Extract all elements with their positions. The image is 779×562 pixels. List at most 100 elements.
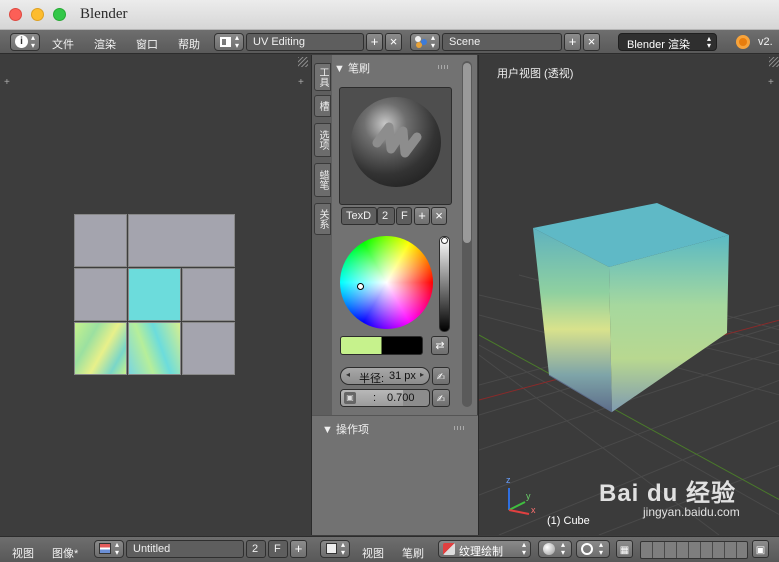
uv-cell-painted [74,322,127,375]
tab-relations[interactable]: 关系 [314,203,331,235]
tool-shelf: 工具 槽 选项 蜡笔 关系 ▼ 笔刷 TexD 2 F + × ⇄ ◂ 半径: … [311,55,478,535]
new-image-button[interactable]: + [290,540,307,558]
render-engine-label: Blender 渲染 [627,39,690,51]
radius-field[interactable]: ◂ 半径: 31 px ▸ [340,367,430,385]
brush-users-count[interactable]: 2 [377,207,395,225]
layer-buttons[interactable] [640,541,748,559]
lock-icon: ▣ [755,545,766,556]
menu-render[interactable]: 渲染 [94,36,116,52]
brush-name-field[interactable]: TexD [341,207,377,225]
color-wheel[interactable] [340,236,433,329]
menu-window[interactable]: 窗口 [136,36,158,52]
uv-cell [128,214,235,267]
uv-cell [182,268,235,321]
image-name-field[interactable]: Untitled [126,540,244,558]
interaction-mode-dropdown[interactable]: 纹理绘制 ▴ ▾ [438,540,531,558]
chevron-updown-icon: ▴ ▾ [521,540,526,557]
pivot-point-dropdown[interactable]: ▴ ▾ [576,540,610,558]
uv-texture-image[interactable] [74,214,235,375]
uv-image-editor[interactable]: + + [0,55,309,535]
triangle-down-icon: ▼ [322,424,333,436]
image-icon [99,543,111,554]
brush-panel-header[interactable]: ▼ 笔刷 [334,60,370,76]
strength-value: 0.700 [387,392,415,404]
info-header: i ▴ ▾ 文件 渲染 窗口 帮助 ▴ ▾ UV Editing + × ▴ ▾ Sc… [0,30,779,54]
new-brush-button[interactable]: + [414,207,430,225]
add-scene-button[interactable]: + [564,33,581,51]
operator-panel: ▼ 操作项 [312,415,478,535]
value-slider[interactable] [439,236,450,332]
image-browse-button[interactable]: ▴ ▾ [94,540,124,558]
scrollbar-thumb[interactable] [463,63,471,243]
image-users-count[interactable]: 2 [246,540,266,558]
plus-icon: + [294,541,303,556]
area-corner-hatch-icon[interactable] [298,57,308,67]
pen-pressure-icon: ✍ [436,394,446,405]
operator-panel-header[interactable]: ▼ 操作项 [322,421,369,437]
minimize-window-button[interactable] [31,8,44,21]
axis-label-z: z [506,475,511,485]
scene-name-field[interactable]: Scene [442,33,562,51]
plus-icon: + [418,208,426,223]
triangle-down-icon: ▼ [334,63,345,75]
strength-label: : [373,392,377,404]
viewport-menu-view[interactable]: 视图 [362,545,384,561]
uv-menu-image[interactable]: 图像* [52,545,78,561]
tab-options[interactable]: 选项 [314,123,331,157]
radius-label: 半径: [359,373,385,385]
chevron-updown-icon: ▴ ▾ [341,540,346,557]
panel-grip-icon[interactable] [438,65,450,69]
radius-pressure-toggle[interactable]: ✍ [432,367,450,385]
tool-shelf-scrollbar[interactable] [462,61,472,407]
unlink-brush-button[interactable]: × [431,207,447,225]
swap-colors-button[interactable]: ⇄ [431,336,449,355]
lock-camera-toggle[interactable]: ▣ [752,540,769,558]
tab-slots[interactable]: 槽 [314,95,331,117]
zoom-window-button[interactable] [53,8,66,21]
layout-name-field[interactable]: UV Editing [246,33,364,51]
info-icon: i [15,35,28,48]
pen-pressure-icon: ✍ [436,372,446,383]
brush-fake-user-toggle[interactable]: F [396,207,412,225]
area-split-plus-icon[interactable]: + [298,77,304,88]
delete-scene-button[interactable]: × [583,33,600,51]
shading-sphere-icon [543,543,555,555]
close-icon: × [389,34,398,49]
scene-browse-button[interactable]: ▴ ▾ [410,33,440,51]
brush-preview[interactable] [339,87,452,205]
strength-pressure-toggle[interactable]: ✍ [432,389,450,407]
primary-secondary-color-swatch[interactable] [340,336,423,355]
uv-menu-view[interactable]: 视图 [12,545,34,561]
area-split-plus-icon[interactable]: + [4,77,10,88]
face-mask-toggle[interactable]: ▦ [616,540,633,558]
arrow-right-icon[interactable]: ▸ [420,370,424,379]
close-window-button[interactable] [9,8,22,21]
menu-file[interactable]: 文件 [52,36,74,52]
render-engine-dropdown[interactable]: Blender 渲染 ▴ ▾ [618,33,717,51]
color-picker-cursor[interactable] [357,283,364,290]
image-fake-user-toggle[interactable]: F [268,540,288,558]
window-titlebar: Blender [0,0,779,30]
panel-grip-icon[interactable] [454,426,466,430]
viewport-shading-dropdown[interactable]: ▴ ▾ [538,540,572,558]
strength-field[interactable]: ▣ : 0.700 [340,389,430,407]
value-slider-handle[interactable] [441,237,448,244]
pivot-icon [581,543,593,555]
lock-icon[interactable]: ▣ [344,392,356,404]
chevron-updown-icon: ▴ ▾ [561,540,566,557]
uv-cell [182,322,235,375]
tab-tools[interactable]: 工具 [314,63,331,91]
layout-browse-button[interactable]: ▴ ▾ [214,33,244,51]
chevron-updown-icon: ▴ ▾ [706,34,711,50]
delete-layout-button[interactable]: × [385,33,402,51]
swap-icon: ⇄ [435,340,445,352]
viewport-menu-brush[interactable]: 笔刷 [402,545,424,561]
arrow-left-icon[interactable]: ◂ [346,370,350,379]
editor-type-info-button[interactable]: i ▴ ▾ [10,33,40,51]
add-layout-button[interactable]: + [366,33,383,51]
3d-viewport[interactable]: 用户视图 (透视) + z y x (1) Cube Bai du 经验 jin… [478,55,779,535]
viewport-editor-type-button[interactable]: ▴ ▾ [320,540,350,558]
tab-grease-pencil[interactable]: 蜡笔 [314,163,331,197]
menu-help[interactable]: 帮助 [178,36,200,52]
uv-cell-painted [128,322,181,375]
